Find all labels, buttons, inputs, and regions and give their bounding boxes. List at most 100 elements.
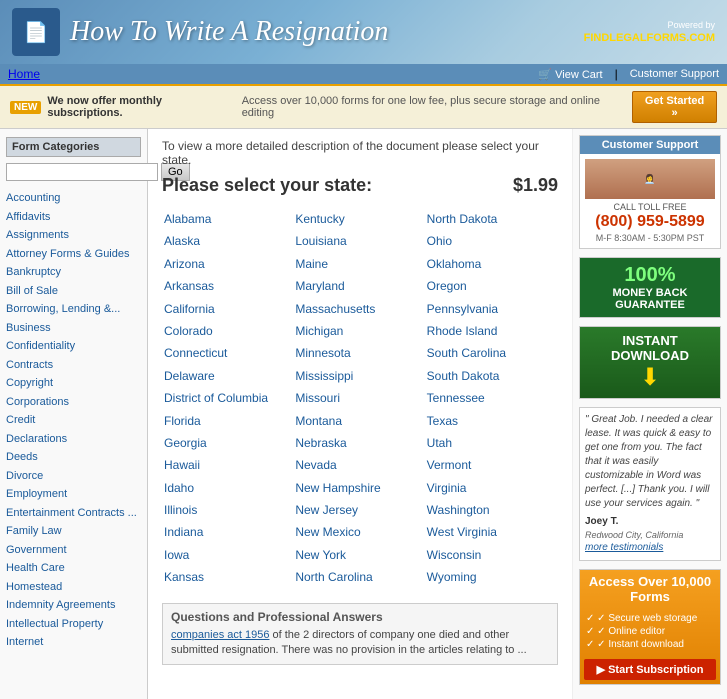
sidebar-item[interactable]: Accounting [6,189,141,208]
state-link[interactable]: Colorado [164,320,283,342]
state-link[interactable]: Iowa [164,544,283,566]
navbar-home[interactable]: Home [8,67,40,81]
sidebar-item[interactable]: Credit [6,411,141,430]
navbar-cart[interactable]: 🛒 View Cart [538,68,602,81]
state-link[interactable]: Texas [427,410,546,432]
sidebar-item[interactable]: Affidavits [6,208,141,227]
state-link[interactable]: New Hampshire [295,477,414,499]
state-link[interactable]: Kansas [164,566,283,588]
sidebar-item[interactable]: Attorney Forms & Guides [6,245,141,264]
sidebar-item[interactable]: Family Law [6,522,141,541]
navbar-support[interactable]: Customer Support [630,68,719,80]
state-link[interactable]: Alabama [164,208,283,230]
state-link[interactable]: Arizona [164,253,283,275]
state-link[interactable]: Pennsylvania [427,298,546,320]
state-link[interactable]: Utah [427,432,546,454]
state-link[interactable]: North Dakota [427,208,546,230]
sidebar-item[interactable]: Contracts [6,356,141,375]
document-icon: 📄 [12,8,60,56]
state-link[interactable]: Ohio [427,230,546,252]
state-link[interactable]: Maine [295,253,414,275]
sidebar-item[interactable]: Assignments [6,226,141,245]
sidebar-item[interactable]: Business [6,319,141,338]
right-sidebar: Customer Support 👩‍💼 CALL TOLL FREE (800… [572,129,727,699]
state-link[interactable]: Tennessee [427,387,546,409]
sidebar-item[interactable]: Health Care [6,559,141,578]
testimonial-quote: " Great Job. I needed a clear lease. It … [585,413,715,511]
testimonial-more-link[interactable]: more testimonials [585,542,663,553]
state-link[interactable]: Virginia [427,477,546,499]
state-link[interactable]: Alaska [164,230,283,252]
header-left: 📄 How To Write A Resignation [12,8,388,56]
states-table: AlabamaAlaskaArizonaArkansasCaliforniaCo… [162,206,558,591]
sidebar-item[interactable]: Entertainment Contracts ... [6,504,141,523]
qa-link[interactable]: companies act 1956 [171,629,269,641]
sidebar-item[interactable]: Borrowing, Lending &... [6,300,141,319]
powered-by-label: Powered by [584,20,715,30]
state-link[interactable]: Rhode Island [427,320,546,342]
state-link[interactable]: Wisconsin [427,544,546,566]
sidebar-item[interactable]: Bill of Sale [6,282,141,301]
sidebar-item[interactable]: Intellectual Property [6,615,141,634]
search-input[interactable] [6,163,158,181]
sidebar-item[interactable]: Confidentiality [6,337,141,356]
state-link[interactable]: Michigan [295,320,414,342]
state-link[interactable]: Washington [427,499,546,521]
state-link[interactable]: Louisiana [295,230,414,252]
state-link[interactable]: South Carolina [427,342,546,364]
brand-name: FINDLEGALFORMS.COM [584,32,715,44]
state-link[interactable]: North Carolina [295,566,414,588]
state-link[interactable]: New York [295,544,414,566]
state-link[interactable]: Montana [295,410,414,432]
state-link[interactable]: Minnesota [295,342,414,364]
sidebar-title: Form Categories [6,137,141,157]
guarantee-line3: GUARANTEE [586,299,714,311]
state-link[interactable]: Idaho [164,477,283,499]
state-link[interactable]: Nebraska [295,432,414,454]
state-link[interactable]: California [164,298,283,320]
support-person-image: 👩‍💼 [585,159,715,199]
sidebar-item[interactable]: Homestead [6,578,141,597]
price-label: $1.99 [513,175,558,196]
state-link[interactable]: Nevada [295,454,414,476]
state-link[interactable]: Maryland [295,275,414,297]
state-link[interactable]: New Jersey [295,499,414,521]
guarantee-pct: 100% [586,264,714,287]
state-link[interactable]: Illinois [164,499,283,521]
sidebar-item[interactable]: Copyright [6,374,141,393]
state-link[interactable]: District of Columbia [164,387,283,409]
sidebar-item[interactable]: Divorce [6,467,141,486]
sidebar-item[interactable]: Bankruptcy [6,263,141,282]
get-started-button[interactable]: Get Started » [632,91,717,123]
sidebar-item[interactable]: Government [6,541,141,560]
state-link[interactable]: Florida [164,410,283,432]
state-link[interactable]: West Virginia [427,521,546,543]
state-link[interactable]: Missouri [295,387,414,409]
state-link[interactable]: Arkansas [164,275,283,297]
qa-section: Questions and Professional Answers compa… [162,603,558,666]
state-link[interactable]: Vermont [427,454,546,476]
state-link[interactable]: Oklahoma [427,253,546,275]
state-link[interactable]: Indiana [164,521,283,543]
sidebar-item[interactable]: Employment [6,485,141,504]
sidebar-item[interactable]: Declarations [6,430,141,449]
state-link[interactable]: Connecticut [164,342,283,364]
guarantee-content: 100% MONEY BACK GUARANTEE [580,258,720,317]
state-link[interactable]: New Mexico [295,521,414,543]
state-link[interactable]: Oregon [427,275,546,297]
header: 📄 How To Write A Resignation Powered by … [0,0,727,64]
state-link[interactable]: Hawaii [164,454,283,476]
sidebar-item[interactable]: Corporations [6,393,141,412]
promo-banner: NEW We now offer monthly subscriptions. … [0,84,727,129]
sidebar-item[interactable]: Deeds [6,448,141,467]
state-link[interactable]: Massachusetts [295,298,414,320]
state-link[interactable]: South Dakota [427,365,546,387]
state-link[interactable]: Mississippi [295,365,414,387]
sidebar-item[interactable]: Indemnity Agreements [6,596,141,615]
state-link[interactable]: Wyoming [427,566,546,588]
state-link[interactable]: Georgia [164,432,283,454]
state-link[interactable]: Kentucky [295,208,414,230]
state-link[interactable]: Delaware [164,365,283,387]
sidebar-item[interactable]: Internet [6,633,141,652]
start-subscription-button[interactable]: ▶ Start Subscription [584,659,716,680]
